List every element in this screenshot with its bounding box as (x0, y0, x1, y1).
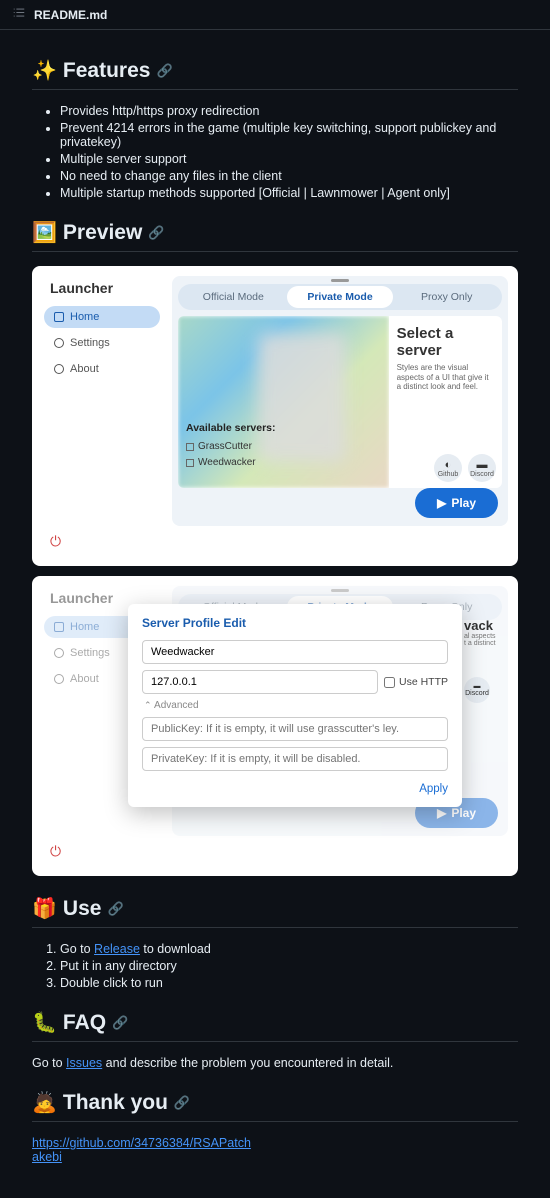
nav-home[interactable]: Home (44, 306, 160, 328)
server-info-peek: vack al aspectst a distinct ▬Discord (464, 618, 508, 703)
readme-filename: README.md (34, 8, 107, 22)
anchor-icon[interactable]: 🔗 (156, 63, 172, 79)
launcher-title: Launcher (44, 280, 160, 296)
info-icon (54, 364, 64, 374)
anchor-icon[interactable]: 🔗 (174, 1095, 190, 1111)
heading-faq: 🐛 FAQ 🔗 (32, 1010, 518, 1042)
gear-icon (54, 338, 64, 348)
select-server-title: Select a server (397, 326, 494, 359)
tab-proxy[interactable]: Proxy Only (393, 286, 500, 308)
github-icon: ◐ (445, 459, 452, 471)
privatekey-input[interactable] (142, 747, 448, 771)
heading-text: Thank you (63, 1091, 168, 1115)
heading-text: Use (63, 897, 102, 921)
apply-button[interactable]: Apply (142, 783, 448, 795)
discord-icon: ▬ (477, 459, 488, 471)
bow-icon: 🙇 (32, 1090, 57, 1115)
feature-item: Prevent 4214 errors in the game (multipl… (60, 121, 518, 149)
heading-thankyou: 🙇 Thank you 🔗 (32, 1090, 518, 1122)
feature-item: Provides http/https proxy redirection (60, 104, 518, 118)
nav-settings[interactable]: Settings (44, 332, 160, 354)
discord-button: ▬Discord (464, 677, 490, 703)
readme-content: ✨ Features 🔗 Provides http/https proxy r… (0, 30, 550, 1198)
readme-header: README.md (0, 0, 550, 30)
available-servers-label: Available servers: (186, 422, 276, 434)
thankyou-link[interactable]: https://github.com/34736384/RSAPatch (32, 1136, 251, 1150)
anchor-icon[interactable]: 🔗 (112, 1015, 128, 1031)
sparkles-icon: ✨ (32, 58, 57, 83)
faq-text: Go to Issues and describe the problem yo… (32, 1056, 518, 1070)
launcher-sidebar: Launcher Home Settings About (42, 276, 162, 526)
anchor-icon[interactable]: 🔗 (107, 901, 123, 917)
feature-item: Multiple startup methods supported [Offi… (60, 186, 518, 200)
step-item: Double click to run (60, 976, 518, 990)
play-icon: ▶ (437, 496, 446, 510)
thankyou-link[interactable]: akebi (32, 1150, 62, 1164)
home-icon (54, 312, 64, 322)
use-steps: Go to Release to download Put it in any … (32, 942, 518, 990)
server-item[interactable]: Weedwacker (186, 457, 256, 468)
features-list: Provides http/https proxy redirection Pr… (32, 104, 518, 200)
bug-icon: 🐛 (32, 1010, 57, 1035)
tab-official[interactable]: Official Mode (180, 286, 287, 308)
issues-link[interactable]: Issues (66, 1056, 102, 1070)
launcher-main: Official Mode Private Mode Proxy Only Av… (172, 276, 508, 526)
github-button[interactable]: ◐Github (434, 454, 462, 482)
server-item[interactable]: GrassCutter (186, 441, 252, 452)
heading-preview: 🖼️ Preview 🔗 (32, 220, 518, 252)
tab-bar: Official Mode Private Mode Proxy Only (178, 284, 502, 310)
server-ip-input[interactable] (142, 670, 378, 694)
step-item: Put it in any directory (60, 959, 518, 973)
drag-handle-icon[interactable] (331, 279, 349, 282)
use-http-checkbox[interactable]: Use HTTP (384, 676, 448, 688)
tab-private[interactable]: Private Mode (287, 286, 394, 308)
heading-use: 🎁 Use 🔗 (32, 896, 518, 928)
server-profile-modal: Server Profile Edit Use HTTP Advanced Ap… (128, 604, 462, 807)
preview-screenshot-1: Launcher Home Settings About Official Mo… (32, 266, 518, 566)
power-icon[interactable]: ⏻ (50, 533, 61, 550)
server-name-input[interactable] (142, 640, 448, 664)
select-server-desc: Styles are the visual aspects of a UI th… (397, 363, 494, 392)
modal-title: Server Profile Edit (142, 616, 448, 630)
server-box-icon (186, 443, 194, 451)
server-artwork: Available servers: GrassCutter Weedwacke… (178, 316, 389, 488)
picture-icon: 🖼️ (32, 220, 57, 245)
heading-features: ✨ Features 🔗 (32, 58, 518, 90)
publickey-input[interactable] (142, 717, 448, 741)
play-button[interactable]: ▶Play (415, 488, 498, 518)
gift-icon: 🎁 (32, 896, 57, 921)
step-item: Go to Release to download (60, 942, 518, 956)
list-icon (12, 6, 26, 23)
nav-about[interactable]: About (44, 358, 160, 380)
heading-text: Features (63, 59, 151, 83)
server-box-icon (186, 459, 194, 467)
preview-screenshot-2: Launcher Home Settings About Official Mo… (32, 576, 518, 876)
feature-item: Multiple server support (60, 152, 518, 166)
server-info: Select a server Styles are the visual as… (389, 316, 502, 488)
release-link[interactable]: Release (94, 942, 140, 956)
heading-text: FAQ (63, 1011, 106, 1035)
advanced-toggle[interactable]: Advanced (144, 700, 448, 711)
feature-item: No need to change any files in the clien… (60, 169, 518, 183)
thankyou-links: https://github.com/34736384/RSAPatch ake… (32, 1136, 518, 1164)
discord-button[interactable]: ▬Discord (468, 454, 496, 482)
anchor-icon[interactable]: 🔗 (148, 225, 164, 241)
heading-text: Preview (63, 221, 142, 245)
server-panel: Available servers: GrassCutter Weedwacke… (178, 316, 502, 488)
